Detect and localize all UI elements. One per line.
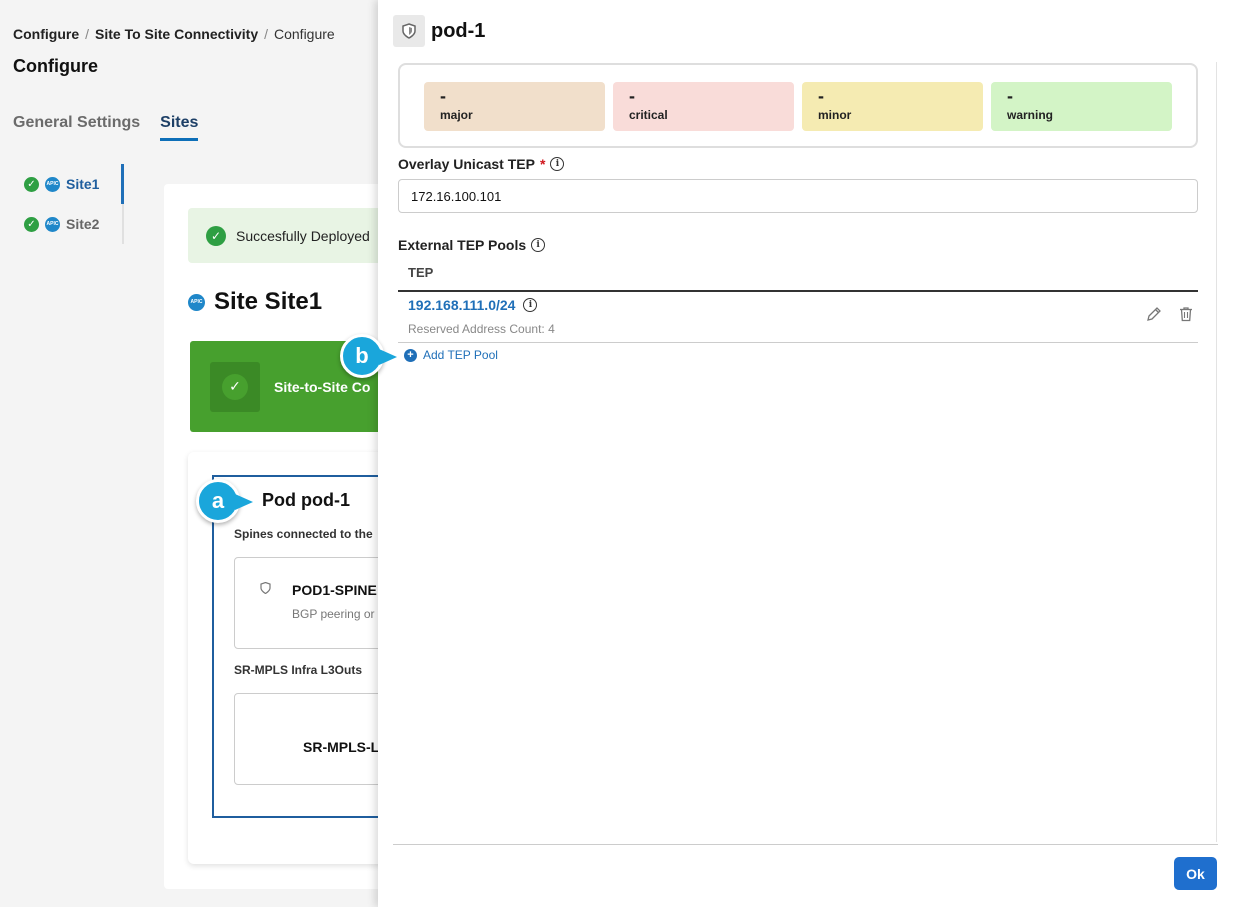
site-nav: ✓ APIC Site1 ✓ APIC Site2 [24,164,124,244]
spine-name: POD1-SPINE [292,582,377,598]
apic-icon: APIC [45,216,60,232]
apic-icon: APIC [45,176,60,192]
footer-divider [393,844,1218,845]
overlay-unicast-tep-input[interactable] [398,179,1198,213]
add-tep-pool-button[interactable]: + Add TEP Pool [404,348,498,362]
tab-general-settings[interactable]: General Settings [13,114,140,141]
callout-badge-b: b [340,334,397,378]
drawer-title: pod-1 [431,19,486,42]
overlay-label-text: Overlay Unicast TEP [398,156,535,172]
breadcrumb-item-configure[interactable]: Configure [13,26,79,42]
fault-label: minor [818,108,852,122]
table-row: 192.168.111.0/24 i Reserved Address Coun… [398,292,1198,343]
page-title: Configure [13,56,98,76]
info-icon[interactable]: i [531,238,546,252]
fault-label: critical [629,108,668,122]
check-icon: ✓ [210,361,260,412]
shield-icon [393,15,425,47]
spine-sub: BGP peering or [292,607,375,621]
site-nav-item-site2[interactable]: ✓ APIC Site2 [24,204,124,244]
spines-label: Spines connected to the [234,527,373,541]
fault-value: - [440,86,446,106]
breadcrumb-separator: / [264,26,268,42]
fault-major: - major [424,82,605,131]
fault-value: - [1007,86,1013,106]
trash-icon[interactable] [1178,306,1194,327]
external-label-text: External TEP Pools [398,237,527,253]
add-tep-pool-label: Add TEP Pool [423,348,498,362]
pencil-icon[interactable] [1146,306,1162,327]
site-nav-label: Site2 [66,216,100,232]
pod-drawer: pod-1 - major - critical - minor - warni… [378,0,1233,907]
breadcrumb-current: Configure [274,26,335,42]
scrollbar-track[interactable] [1216,62,1217,842]
srmpls-name: SR-MPLS-L [303,739,380,755]
tep-value[interactable]: 192.168.111.0/24 [408,297,515,313]
fault-warning: - warning [991,82,1172,131]
required-marker: * [539,156,546,172]
breadcrumb-separator: / [85,26,89,42]
external-tep-pools-label: External TEP Pools i [398,237,546,253]
ok-button[interactable]: Ok [1174,857,1217,890]
apic-icon: APIC [188,293,205,311]
breadcrumb-item-site-to-site[interactable]: Site To Site Connectivity [95,26,258,42]
fault-label: warning [1007,108,1054,122]
fault-minor: - minor [802,82,983,131]
banner-text: Succesfully Deployed [236,227,370,244]
fault-label: major [440,108,473,122]
check-circle-icon: ✓ [24,216,39,232]
drawer-header: pod-1 [393,15,485,47]
column-header-tep: TEP [408,265,434,280]
breadcrumb: Configure / Site To Site Connectivity / Conf… [13,26,335,42]
pod-title: Pod pod-1 [262,490,350,510]
tab-bar: General Settings Sites [13,114,199,141]
fault-value: - [629,86,635,106]
check-circle-icon: ✓ [24,176,39,192]
green-card-label: Site-to-Site Co [274,378,371,395]
info-icon[interactable]: i [550,157,565,171]
tep-reserved-count: Reserved Address Count: 4 [408,322,555,336]
srmpls-label: SR-MPLS Infra L3Outs [234,663,363,677]
plus-circle-icon: + [404,348,417,362]
site-heading: APIC Site Site1 [188,288,322,316]
fault-critical: - critical [613,82,794,131]
shield-icon [260,581,271,597]
overlay-unicast-tep-label: Overlay Unicast TEP * i [398,156,565,172]
site-nav-label: Site1 [66,176,100,192]
callout-badge-a: a [196,479,253,523]
site-heading-text: Site Site1 [214,288,323,315]
tep-link[interactable]: 192.168.111.0/24 i [408,297,538,313]
fault-value: - [818,86,824,106]
check-circle-icon: ✓ [206,225,226,246]
tep-table-header: TEP [398,265,1198,292]
tab-sites[interactable]: Sites [160,114,199,141]
site-nav-item-site1[interactable]: ✓ APIC Site1 [24,164,124,204]
fault-summary: - major - critical - minor - warning [398,63,1198,148]
info-icon[interactable]: i [523,298,538,312]
